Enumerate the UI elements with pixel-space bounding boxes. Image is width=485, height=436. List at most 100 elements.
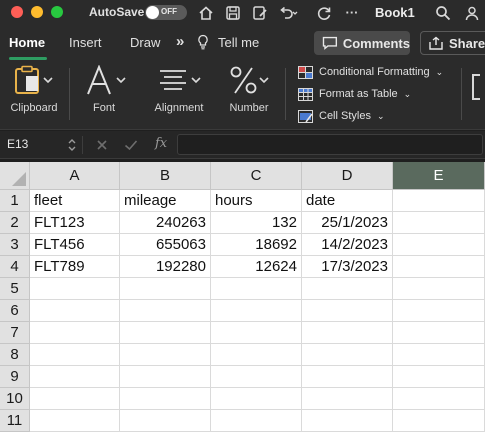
share-button[interactable]: Share	[420, 31, 485, 55]
cell-c7[interactable]	[211, 322, 302, 344]
column-header-c[interactable]: C	[211, 162, 302, 190]
cell-d3[interactable]: 14/2/2023	[302, 234, 393, 256]
save-icon[interactable]	[223, 3, 243, 22]
home-icon[interactable]	[196, 3, 216, 22]
cell-b10[interactable]	[120, 388, 211, 410]
cell-d5[interactable]	[302, 278, 393, 300]
search-icon[interactable]	[433, 3, 453, 22]
cell-a4[interactable]: FLT789	[30, 256, 120, 278]
cell-a3[interactable]: FLT456	[30, 234, 120, 256]
cancel-icon[interactable]	[96, 139, 108, 151]
cell-d7[interactable]	[302, 322, 393, 344]
cell-a1[interactable]: fleet	[30, 190, 120, 212]
row-header-6[interactable]: 6	[0, 300, 30, 322]
cell-d4[interactable]: 17/3/2023	[302, 256, 393, 278]
cell-e9[interactable]	[393, 366, 485, 388]
cell-b7[interactable]	[120, 322, 211, 344]
column-header-e[interactable]: E	[393, 162, 485, 190]
font-group[interactable]: Font	[75, 60, 133, 130]
clipboard-group[interactable]: Clipboard	[3, 60, 65, 130]
cells-group-icon[interactable]	[472, 74, 480, 100]
minimize-window-button[interactable]	[31, 6, 43, 18]
column-header-b[interactable]: B	[120, 162, 211, 190]
tab-home[interactable]: Home	[9, 35, 45, 50]
cell-b5[interactable]	[120, 278, 211, 300]
cell-b8[interactable]	[120, 344, 211, 366]
cell-e8[interactable]	[393, 344, 485, 366]
cell-e10[interactable]	[393, 388, 485, 410]
confirm-icon[interactable]	[124, 139, 138, 151]
cell-e2[interactable]	[393, 212, 485, 234]
row-header-11[interactable]: 11	[0, 410, 30, 432]
row-header-4[interactable]: 4	[0, 256, 30, 278]
row-header-2[interactable]: 2	[0, 212, 30, 234]
cell-styles-button[interactable]: Cell Styles ⌄	[298, 107, 385, 125]
cell-a11[interactable]	[30, 410, 120, 432]
number-group[interactable]: Number	[223, 60, 275, 130]
cell-a10[interactable]	[30, 388, 120, 410]
column-header-d[interactable]: D	[302, 162, 393, 190]
close-window-button[interactable]	[11, 6, 23, 18]
row-header-3[interactable]: 3	[0, 234, 30, 256]
cell-a2[interactable]: FLT123	[30, 212, 120, 234]
cell-c1[interactable]: hours	[211, 190, 302, 212]
name-box[interactable]: E13	[7, 137, 28, 151]
more-button[interactable]: ···	[343, 3, 361, 22]
spreadsheet-grid[interactable]: A B C D E 1 fleet mileage hours date 2 FLT123 240263…	[0, 162, 485, 436]
zoom-window-button[interactable]	[51, 6, 63, 18]
cell-c9[interactable]	[211, 366, 302, 388]
cell-b3[interactable]: 655063	[120, 234, 211, 256]
account-icon[interactable]	[462, 3, 482, 22]
tell-me-search[interactable]: Tell me	[218, 35, 259, 50]
select-all-button[interactable]	[0, 162, 30, 190]
cell-d10[interactable]	[302, 388, 393, 410]
tabs-overflow-button[interactable]: »	[176, 33, 184, 50]
cell-a6[interactable]	[30, 300, 120, 322]
row-header-10[interactable]: 10	[0, 388, 30, 410]
row-header-5[interactable]: 5	[0, 278, 30, 300]
cell-e5[interactable]	[393, 278, 485, 300]
cell-d2[interactable]: 25/1/2023	[302, 212, 393, 234]
tab-insert[interactable]: Insert	[69, 35, 102, 50]
cell-c11[interactable]	[211, 410, 302, 432]
edit-icon[interactable]	[250, 3, 270, 22]
cell-c8[interactable]	[211, 344, 302, 366]
cell-d11[interactable]	[302, 410, 393, 432]
cell-c3[interactable]: 18692	[211, 234, 302, 256]
cell-c6[interactable]	[211, 300, 302, 322]
redo-icon[interactable]	[314, 3, 334, 22]
formula-input[interactable]	[177, 134, 483, 155]
column-header-a[interactable]: A	[30, 162, 120, 190]
autosave-toggle[interactable]: OFF	[145, 5, 187, 20]
cell-b2[interactable]: 240263	[120, 212, 211, 234]
cell-e1[interactable]	[393, 190, 485, 212]
cell-b11[interactable]	[120, 410, 211, 432]
insert-function-button[interactable]: fx	[155, 136, 167, 151]
cell-e7[interactable]	[393, 322, 485, 344]
cell-e11[interactable]	[393, 410, 485, 432]
undo-icon[interactable]	[277, 3, 299, 22]
cell-e3[interactable]	[393, 234, 485, 256]
row-header-7[interactable]: 7	[0, 322, 30, 344]
cell-a8[interactable]	[30, 344, 120, 366]
row-header-9[interactable]: 9	[0, 366, 30, 388]
alignment-group[interactable]: Alignment	[146, 60, 212, 130]
cell-c2[interactable]: 132	[211, 212, 302, 234]
cell-a9[interactable]	[30, 366, 120, 388]
cell-c5[interactable]	[211, 278, 302, 300]
cell-b9[interactable]	[120, 366, 211, 388]
cell-a5[interactable]	[30, 278, 120, 300]
cell-c10[interactable]	[211, 388, 302, 410]
cell-d9[interactable]	[302, 366, 393, 388]
comments-button[interactable]: Comments	[314, 31, 410, 55]
cell-e4[interactable]	[393, 256, 485, 278]
cell-d6[interactable]	[302, 300, 393, 322]
cell-b6[interactable]	[120, 300, 211, 322]
cell-b4[interactable]: 192280	[120, 256, 211, 278]
cell-e6[interactable]	[393, 300, 485, 322]
cell-d1[interactable]: date	[302, 190, 393, 212]
tab-draw[interactable]: Draw	[130, 35, 160, 50]
cell-a7[interactable]	[30, 322, 120, 344]
name-box-stepper-icon[interactable]	[67, 138, 77, 152]
row-header-1[interactable]: 1	[0, 190, 30, 212]
